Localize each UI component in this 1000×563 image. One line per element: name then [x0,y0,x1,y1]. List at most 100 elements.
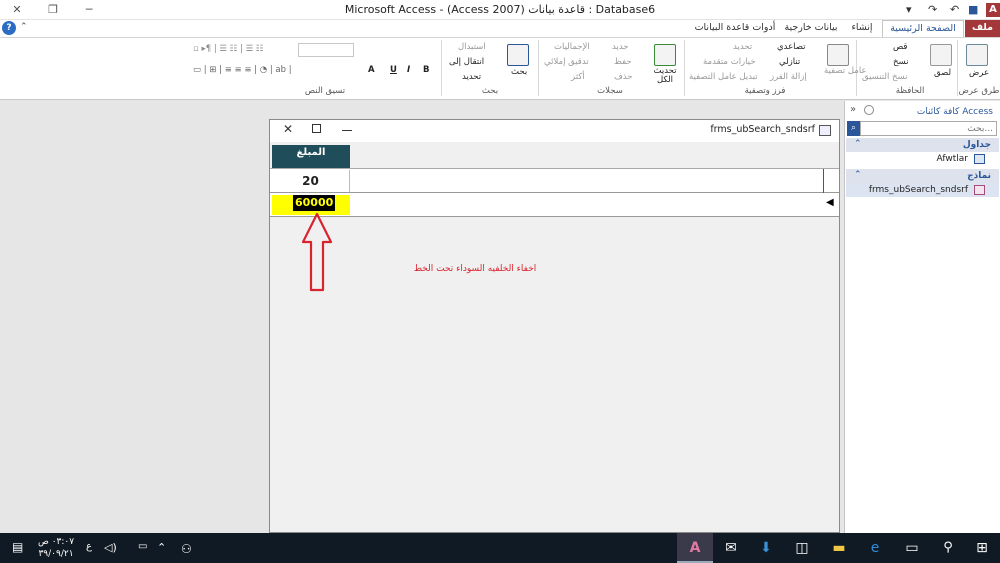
access-logo: A [986,3,1000,17]
toggle-filter-button[interactable]: تبديل عامل التصفية [689,72,758,82]
form-window: ✕ frms_ubSearch_sndsrf المبلغ 20 60000 ◀… [269,119,840,533]
search-taskbar-icon[interactable]: ⚲ [930,533,966,563]
time-text: ٠٣:٠٧ ص [37,537,75,547]
totals-button[interactable]: الإجماليات [554,42,590,52]
select-button[interactable]: تحديد [462,72,481,82]
paste-icon[interactable] [930,44,952,66]
group-label-clipboard: الحافظة [895,86,925,96]
restore-button[interactable]: ❐ [38,0,68,20]
form-minimize-button[interactable] [342,130,352,131]
group-label-find: بحث [481,86,499,96]
file-explorer-icon[interactable]: ▬ [821,533,857,563]
customize-qat-icon[interactable]: ▾ [906,2,912,18]
column-header-amount[interactable]: المبلغ [272,145,350,168]
remove-sort-button[interactable]: إزالة الفرز [770,72,807,82]
spelling-button[interactable]: تدقيق إملائي [544,57,589,67]
download-app-icon[interactable]: ⬇ [748,533,784,563]
refresh-all-button[interactable]: تحديث الكل [652,67,678,85]
advanced-button[interactable]: خيارات متقدمة [703,57,756,67]
group-label-records: سجلات [597,86,623,96]
replace-button[interactable]: استبدال [458,42,486,52]
amount-cell-selected[interactable]: 60000 [293,195,336,211]
access-taskbar-icon[interactable]: A [677,533,713,563]
volume-icon[interactable]: ◁) [104,541,117,554]
record-selector-icon[interactable]: ◀ [826,197,834,208]
amount-cell[interactable]: 20 [272,170,350,192]
minimize-button[interactable]: ─ [74,0,104,20]
refresh-icon[interactable] [654,44,676,66]
goto-button[interactable]: انتقال إلى [449,57,484,67]
form-restore-button[interactable] [312,124,321,133]
bold-button[interactable]: B [423,65,429,75]
delete-record-button[interactable]: حذف [614,72,633,82]
nav-dropdown-icon[interactable] [864,105,874,115]
tab-database-tools[interactable]: أدوات قاعدة البيانات [690,20,780,37]
show-hidden-icons[interactable]: ⌃ [157,541,166,554]
tab-external-data[interactable]: بيانات خارجية [780,20,842,37]
redo-icon[interactable]: ↷ [928,2,937,18]
up-arrow-annotation [301,212,333,292]
start-button[interactable]: ⊞ [964,533,1000,563]
date-text: ٣٩/٠٩/٢١ [38,549,74,559]
mail-icon[interactable]: ✉ [713,533,749,563]
search-icon[interactable]: ⌕ [847,121,860,136]
tab-home[interactable]: الصفحة الرئيسية [882,20,964,37]
nav-search-input[interactable] [860,121,997,136]
edge-icon[interactable]: e [857,533,893,563]
font-size-dropdown[interactable] [298,43,354,57]
paste-button[interactable]: لصق [934,68,951,78]
find-button[interactable]: بحث [511,67,527,77]
find-icon[interactable] [507,44,529,66]
form-title: frms_ubSearch_sndsrf [710,124,815,135]
new-record-button[interactable]: جديد [612,42,629,52]
collapse-tables-icon[interactable]: ⌃ [854,139,862,149]
underline-button[interactable]: U [390,65,397,75]
list-format-icons[interactable]: ▫ ▸¶ | ☰ ☷ | ☰ ☷ [193,44,264,54]
task-view-icon[interactable]: ▭ [894,533,930,563]
language-indicator[interactable]: ع [86,541,92,552]
collapse-ribbon-icon[interactable]: ⌃ [20,22,28,32]
save-icon[interactable]: ■ [968,2,978,18]
close-button[interactable]: ✕ [2,0,32,20]
form-window-icon [819,125,831,136]
table-row [270,169,839,193]
tab-create[interactable]: إنشاء [842,20,882,37]
clock[interactable]: ٠٣:٠٧ ص ٣٩/٠٩/٢١ [36,536,76,560]
undo-icon[interactable]: ↶ [950,2,959,18]
cut-button[interactable]: قص [893,42,907,52]
window-title: Microsoft Access - (Access 2007) قاعدة ب… [344,3,656,16]
view-button[interactable]: عرض [969,68,989,78]
shutter-bar-icon[interactable]: » [850,104,856,115]
font-color-icon[interactable]: A [368,65,375,75]
form-close-button[interactable]: ✕ [274,122,302,136]
ascending-button[interactable]: تصاعدي [777,42,806,52]
group-label-views: طرق عرض [958,86,1000,96]
descending-button[interactable]: تنازلي [779,57,800,67]
notifications-icon[interactable]: ▤ [12,540,23,554]
italic-button[interactable]: I [407,65,410,75]
filter-button[interactable]: عامل تصفية [824,66,867,76]
filter-icon[interactable] [827,44,849,66]
selection-button[interactable]: تحديد [733,42,752,52]
save-record-button[interactable]: حفظ [614,57,632,67]
title-bar: Microsoft Access - (Access 2007) قاعدة ب… [0,0,1000,20]
nav-item-form[interactable]: frms_ubSearch_sndsrf [850,183,988,197]
collapse-forms-icon[interactable]: ⌃ [854,170,862,180]
table-row [270,193,839,217]
more-button[interactable]: أكثر [571,72,585,82]
nav-section-forms[interactable]: نماذج [846,169,999,183]
group-label-text: تسيق النص [304,86,346,96]
table-icon [974,154,985,164]
help-icon[interactable]: ? [2,21,16,35]
people-icon[interactable]: ⚇ [181,542,192,556]
battery-icon[interactable]: ▭ [138,541,147,552]
align-format-icons[interactable]: ▭ | ⊞ | ≡ ≡ ≡ | ◔ | ab | [193,65,292,75]
view-icon[interactable] [966,44,988,66]
tab-file[interactable]: ملف [965,20,1000,37]
format-painter-button[interactable]: نسخ التنسيق [862,72,907,82]
copy-button[interactable]: نسخ [893,57,908,67]
nav-item-table[interactable]: Afwtlar [850,152,988,166]
nav-section-tables[interactable]: جداول [846,138,999,152]
annotation-text: اخفاء الخلفيه السوداء تحت الخط [413,264,537,274]
store-icon[interactable]: ◫ [784,533,820,563]
